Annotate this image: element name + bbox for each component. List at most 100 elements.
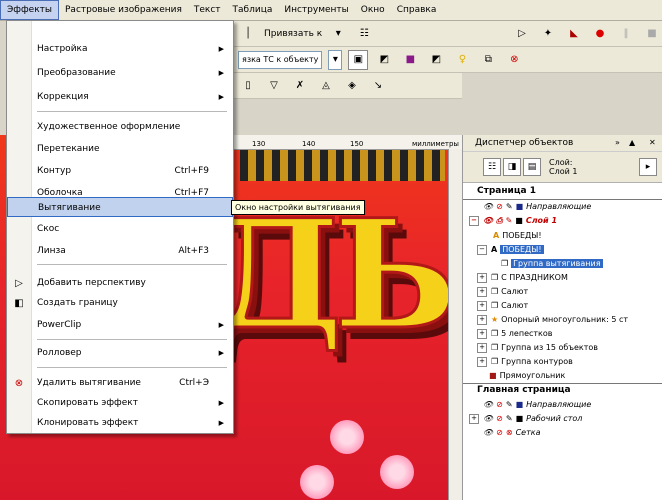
show-properties-icon[interactable]: ☷: [483, 158, 501, 176]
menu-item-powerclip[interactable]: PowerClip ▶: [7, 315, 233, 335]
collapse-icon[interactable]: −: [469, 215, 479, 226]
menu-tools[interactable]: Инструменты: [278, 1, 354, 19]
menu-item-lens[interactable]: Линза Alt+F3: [7, 241, 233, 261]
tree-item-group[interactable]: + ❐ 5 лепестков: [477, 327, 553, 340]
pattern-icon[interactable]: ◩: [426, 50, 446, 70]
tree-item-extrude-group[interactable]: ❐ Группа вытягивания: [501, 257, 603, 270]
play-icon[interactable]: ▷: [512, 24, 532, 44]
lock-icon[interactable]: ⊗: [506, 426, 513, 439]
tree-item-polygon[interactable]: + ★ Опорный многоугольник: 5 ст: [477, 313, 628, 326]
group-icon: ❐: [501, 259, 509, 268]
tree-item-guides[interactable]: 👁 ⊘ ✎ ■ Направляющие: [483, 200, 591, 213]
eye-icon[interactable]: 👁: [483, 398, 493, 411]
expand-icon[interactable]: +: [477, 314, 487, 325]
transparency-icon[interactable]: ▯: [238, 76, 258, 96]
menu-item-copy-effect[interactable]: Скопировать эффект ▶: [7, 393, 233, 413]
envelope-icon[interactable]: ▽: [264, 76, 284, 96]
pencil-icon[interactable]: ✎: [506, 200, 513, 213]
menu-item-contour[interactable]: Контур Ctrl+F9: [7, 161, 233, 181]
tree-item-master-page[interactable]: Главная страница: [477, 384, 571, 397]
tree-item-rectangle[interactable]: ■ Прямоугольник: [489, 369, 565, 382]
collapse-up-icon[interactable]: ▲: [629, 135, 635, 151]
layer-menu-icon[interactable]: ▸: [639, 158, 657, 176]
tree-item-group[interactable]: + ❐ С ПРАЗДНИКОМ: [477, 271, 568, 284]
print-icon[interactable]: ⊘: [496, 200, 503, 213]
eye-icon[interactable]: 👁: [483, 412, 493, 425]
menu-item-extrude[interactable]: Вытягивание: [7, 197, 233, 217]
tree-item-page[interactable]: Страница 1: [477, 185, 536, 198]
tree-item-group[interactable]: + ❐ Салют: [477, 299, 528, 312]
menu-item-artistic-media[interactable]: Художественное оформление: [7, 117, 233, 137]
tree-item-text1[interactable]: A ПОБЕДЫ!: [493, 229, 542, 242]
pencil-icon[interactable]: ✎: [506, 214, 513, 227]
print-icon[interactable]: ⊘: [496, 398, 503, 411]
menu-window[interactable]: Окно: [355, 1, 391, 19]
expand-icon[interactable]: +: [477, 356, 487, 367]
stop-icon[interactable]: ■: [642, 24, 662, 44]
eye-icon[interactable]: 👁: [483, 426, 493, 439]
pencil-icon[interactable]: ✎: [506, 412, 513, 425]
menu-item-rollover[interactable]: Ролловер ▶: [7, 343, 233, 363]
tree-item-group[interactable]: + ❐ Группа контуров: [477, 355, 573, 368]
pencil-icon[interactable]: ✎: [506, 398, 513, 411]
shape-icon[interactable]: ◩: [374, 50, 394, 70]
chevron-down-icon[interactable]: ▾: [328, 49, 343, 70]
eye-icon[interactable]: 👁: [483, 214, 493, 227]
tree-item-desktop[interactable]: + 👁 ⊘ ✎ ■ Рабочий стол: [469, 412, 582, 425]
clear-icon[interactable]: ⊗: [504, 50, 524, 70]
menu-item-clone-effect[interactable]: Клонировать эффект ▶: [7, 413, 233, 433]
menu-bitmaps[interactable]: Растровые изображения: [59, 1, 188, 19]
blend-icon[interactable]: ✗: [290, 76, 310, 96]
print-icon[interactable]: ⎙: [496, 214, 502, 227]
tree-item-layer1[interactable]: − 👁 ⎙ ✎ ■ Слой 1: [469, 214, 557, 227]
chevron-down-icon[interactable]: ▾: [328, 24, 348, 44]
eye-icon[interactable]: 👁: [483, 200, 493, 213]
snap-to-dropdown[interactable]: Привязать к: [264, 29, 322, 39]
edit-across-layers-icon[interactable]: ◨: [503, 158, 521, 176]
color-icon[interactable]: ■: [400, 50, 420, 70]
menu-effects[interactable]: Эффекты: [0, 0, 59, 20]
menu-text[interactable]: Текст: [188, 1, 227, 19]
print-icon[interactable]: ⊘: [496, 412, 503, 425]
tree-item-group[interactable]: + ❐ Салют: [477, 285, 528, 298]
menu-item-clear-extrude[interactable]: Удалить вытягивание Ctrl+Э: [7, 373, 233, 393]
close-icon[interactable]: ✕: [649, 135, 656, 151]
collapse-icon[interactable]: −: [477, 244, 487, 255]
expand-icon[interactable]: +: [477, 342, 487, 353]
menu-item-label: Перетекание: [37, 144, 100, 154]
dropshadow-icon[interactable]: ↘: [368, 76, 388, 96]
menu-item-blend[interactable]: Перетекание: [7, 139, 233, 159]
property-bar: язка ТС к объекту ▾ ▣ ◩ ■ ◩ ♀ ⧉ ⊗: [232, 47, 662, 73]
snap-mode-select[interactable]: язка ТС к объекту: [238, 50, 323, 69]
pause-icon[interactable]: ‖: [616, 24, 636, 44]
expand-icon[interactable]: »: [615, 135, 620, 151]
menu-item-adjust[interactable]: Настройка ▶: [7, 39, 233, 59]
copy-props-icon[interactable]: ⧉: [478, 50, 498, 70]
tree-item-master-guides[interactable]: 👁 ⊘ ✎ ■ Направляющие: [483, 398, 591, 411]
menu-item-correction[interactable]: Коррекция ▶: [7, 87, 233, 107]
menu-item-bevel[interactable]: Скос: [7, 219, 233, 239]
menu-help[interactable]: Справка: [391, 1, 443, 19]
fill-icon[interactable]: ◈: [342, 76, 362, 96]
expand-icon[interactable]: +: [477, 328, 487, 339]
tree-item-text2[interactable]: − A ПОБЕДЫ!: [477, 243, 544, 256]
launcher-icon[interactable]: ✦: [538, 24, 558, 44]
expand-icon[interactable]: +: [477, 272, 487, 283]
expand-icon[interactable]: +: [477, 286, 487, 297]
apply-icon[interactable]: ▣: [348, 49, 369, 70]
bulb-icon[interactable]: ♀: [452, 50, 472, 70]
welcome-icon[interactable]: ◣: [564, 24, 584, 44]
tree-item-grid[interactable]: 👁 ⊘ ⊗ Сетка: [483, 426, 540, 439]
menu-table[interactable]: Таблица: [227, 1, 279, 19]
menu-item-add-perspective[interactable]: Добавить перспективу: [7, 273, 233, 293]
print-icon[interactable]: ⊘: [496, 426, 503, 439]
tree-item-group[interactable]: + ❐ Группа из 15 объектов: [477, 341, 598, 354]
expand-icon[interactable]: +: [477, 300, 487, 311]
record-icon[interactable]: ●: [590, 24, 610, 44]
grid-icon[interactable]: ☷: [354, 24, 374, 44]
layer-manager-icon[interactable]: ▤: [523, 158, 541, 176]
menu-item-transform[interactable]: Преобразование ▶: [7, 63, 233, 83]
menu-item-create-boundary[interactable]: Создать границу: [7, 293, 233, 313]
contour-icon[interactable]: ◬: [316, 76, 336, 96]
expand-icon[interactable]: +: [469, 413, 479, 424]
